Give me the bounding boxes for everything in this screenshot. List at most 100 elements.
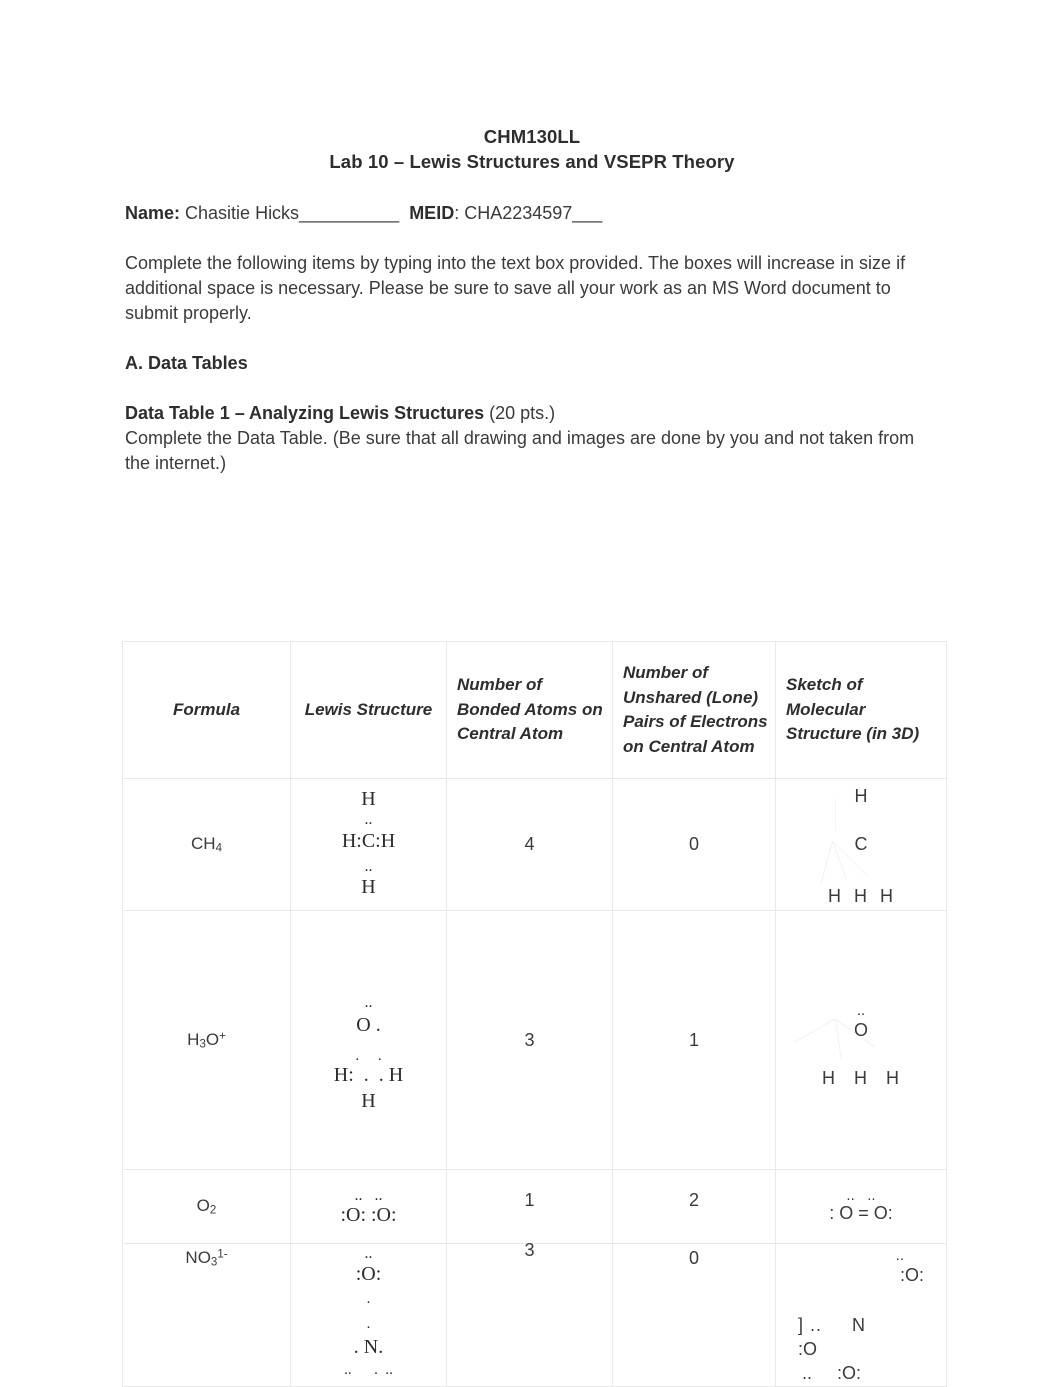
sketch-line-3: H H H [821, 1068, 900, 1088]
meid-label: MEID [409, 203, 455, 223]
table-header-cell-lone: Number of Unshared (Lone) Pairs of Elect… [612, 641, 776, 779]
sketch-line-1: H [854, 786, 868, 806]
sketch-line-4: :O [798, 1339, 818, 1359]
lewis-line-3: H:C:H [341, 830, 396, 852]
table-header-cell-lewis: Lewis Structure [290, 641, 447, 779]
lewis-drawing-no3: .. :O: . . . N. .. . .. [291, 1244, 446, 1386]
cell-lone-ch4: 0 [612, 778, 776, 911]
sketch-line-2: C [854, 834, 868, 854]
lewis-line-3: . . [355, 1048, 382, 1064]
table-row: CH4 H .. H:C:H .. H 4 0 H C H H H [122, 778, 947, 911]
formula-base: O [196, 1196, 210, 1216]
lewis-line-4: H: . . H [333, 1064, 404, 1086]
header-bonded-atoms: Number of Bonded Atoms on Central Atom [457, 675, 603, 744]
cell-bonded-o2: 1 [446, 1169, 613, 1244]
bonded-atoms-o2: 1 [524, 1190, 535, 1210]
lone-pairs-o2: 2 [688, 1190, 699, 1210]
sketch-line-3: H H H [827, 886, 894, 906]
cell-bonded-h3o: 3 [446, 910, 613, 1170]
data-table-instructions: Complete the Data Table. (Be sure that a… [125, 428, 915, 473]
page-title: CHM130LL [483, 126, 581, 147]
formula-ch4: CH4 [123, 834, 290, 855]
data-table-heading: Data Table 1 – Analyzing Lewis Structure… [125, 401, 939, 426]
table-header-row: Formula Lewis Structure Number of Bonded… [122, 641, 947, 779]
cell-lewis-o2: .. .. :O: :O: [290, 1169, 447, 1244]
lewis-line-1: .. [364, 1245, 373, 1262]
table-row: NO31- .. :O: . . . N. .. . .. 3 0 ..:O:… [122, 1240, 947, 1387]
cell-bonded-no3: 3 [446, 1240, 613, 1387]
header-sketch: Sketch of Molecular Structure (in 3D) [786, 675, 920, 744]
lewis-line-2: .. [364, 811, 373, 828]
sketch-line-1: .. [856, 1002, 866, 1019]
cell-bonded-ch4: 4 [446, 778, 613, 911]
sketch-line-2: : O = O: [829, 1203, 893, 1223]
bonded-wrap-o2: 1 [447, 1170, 612, 1243]
lewis-line-4: . [366, 1316, 371, 1332]
lewis-line-6: .. . .. [344, 1362, 393, 1378]
lewis-line-2: :O: :O: [340, 1204, 397, 1226]
page-subtitle: Lab 10 – Lewis Structures and VSEPR Theo… [329, 151, 735, 172]
cell-formula-h3o: H3O+ [122, 910, 291, 1170]
intro-paragraph: Complete the following items by typing i… [125, 253, 906, 323]
sketch-drawing-no3: .. :O: ] .. N :O .. :O: [776, 1244, 946, 1386]
lone-wrap-no3: 0 [613, 1244, 775, 1386]
formula-base-2: O [205, 1029, 220, 1049]
cell-sketch-o2: .. .. : O = O: [775, 1169, 947, 1244]
sketch-drawing-o2: .. .. : O = O: [776, 1170, 946, 1243]
cell-lewis-ch4: H .. H:C:H .. H [290, 778, 447, 911]
formula-superscript: + [219, 1030, 226, 1043]
formula-o2: O2 [123, 1196, 290, 1217]
cell-lewis-no3: .. :O: . . . N. .. . .. [290, 1243, 447, 1387]
section-a-heading: A. Data Tables [125, 353, 248, 373]
cell-lone-no3: 0 [612, 1243, 776, 1387]
sketch-line-5: .. :O: [802, 1363, 862, 1383]
name-label: Name: [125, 203, 181, 223]
lewis-line-1: .. [364, 994, 373, 1011]
name-meid-line: Name: Chasitie Hicks__________ MEID: CHA… [125, 200, 939, 226]
lewis-line-5: H [361, 1090, 376, 1112]
sketch-line-2: O [853, 1020, 868, 1040]
table-header-cell-formula: Formula [122, 641, 291, 779]
table-row: O2 .. .. :O: :O: 1 2 .. ..: O = O: [122, 1169, 947, 1244]
cell-sketch-no3: .. :O: ] .. N :O .. :O: [775, 1243, 947, 1387]
header-lone-pairs: Number of Unshared (Lone) Pairs of Elect… [623, 663, 768, 756]
lewis-line-2: :O: [355, 1263, 382, 1285]
cell-sketch-h3o: .. O H H H [775, 910, 947, 1170]
sketch-drawing-h3o: .. O H H H [776, 911, 946, 1169]
sketch-line-1: .. .. [846, 1187, 876, 1204]
lewis-drawing-h3o: .. O . . . H: . . H H [291, 911, 446, 1169]
lewis-line-4: .. [364, 858, 373, 875]
lewis-line-1: H [361, 788, 376, 810]
table-header-cell-sketch: Sketch of Molecular Structure (in 3D) [775, 641, 947, 779]
lewis-line-1: .. .. [354, 1187, 383, 1204]
document-body: CHM130LL Lab 10 – Lewis Structures and V… [125, 124, 939, 476]
lewis-line-5: H [361, 876, 376, 898]
cell-sketch-ch4: H C H H H [775, 778, 947, 911]
header-lewis-structure: Lewis Structure [304, 699, 433, 719]
formula-base: H [187, 1029, 200, 1049]
bonded-wrap-no3: 3 [447, 1240, 612, 1386]
bonded-atoms-h3o: 3 [524, 1029, 535, 1050]
cell-formula-no3: NO31- [122, 1243, 291, 1387]
sketch-line-2: :O: [899, 1265, 924, 1285]
lewis-line-3: . [366, 1291, 371, 1307]
table-row: H3O+ .. O . . . H: . . H H 3 1 .. O H H … [122, 910, 947, 1170]
bonded-atoms-ch4: 4 [524, 834, 535, 854]
formula-base: NO [185, 1248, 211, 1267]
lone-pairs-no3: 0 [688, 1248, 699, 1268]
lewis-drawing-o2: .. .. :O: :O: [291, 1170, 446, 1243]
lewis-line-5: . N. [353, 1336, 384, 1358]
lewis-line-2: O . [356, 1014, 381, 1036]
formula-no3: NO31- [123, 1248, 290, 1269]
sketch-line-3: ] .. N [798, 1315, 867, 1335]
lone-pairs-h3o: 1 [688, 1029, 699, 1050]
data-table-title: Data Table 1 – Analyzing Lewis Structure… [125, 403, 485, 423]
bonded-atoms-no3: 3 [524, 1240, 535, 1260]
formula-subscript: 4 [215, 842, 222, 855]
lewis-drawing-ch4: H .. H:C:H .. H [291, 779, 446, 910]
name-value: Chasitie Hicks__________ [180, 203, 400, 223]
table-header-cell-bonded: Number of Bonded Atoms on Central Atom [446, 641, 613, 779]
cell-lewis-h3o: .. O . . . H: . . H H [290, 910, 447, 1170]
meid-value: : CHA2234597___ [454, 203, 603, 223]
